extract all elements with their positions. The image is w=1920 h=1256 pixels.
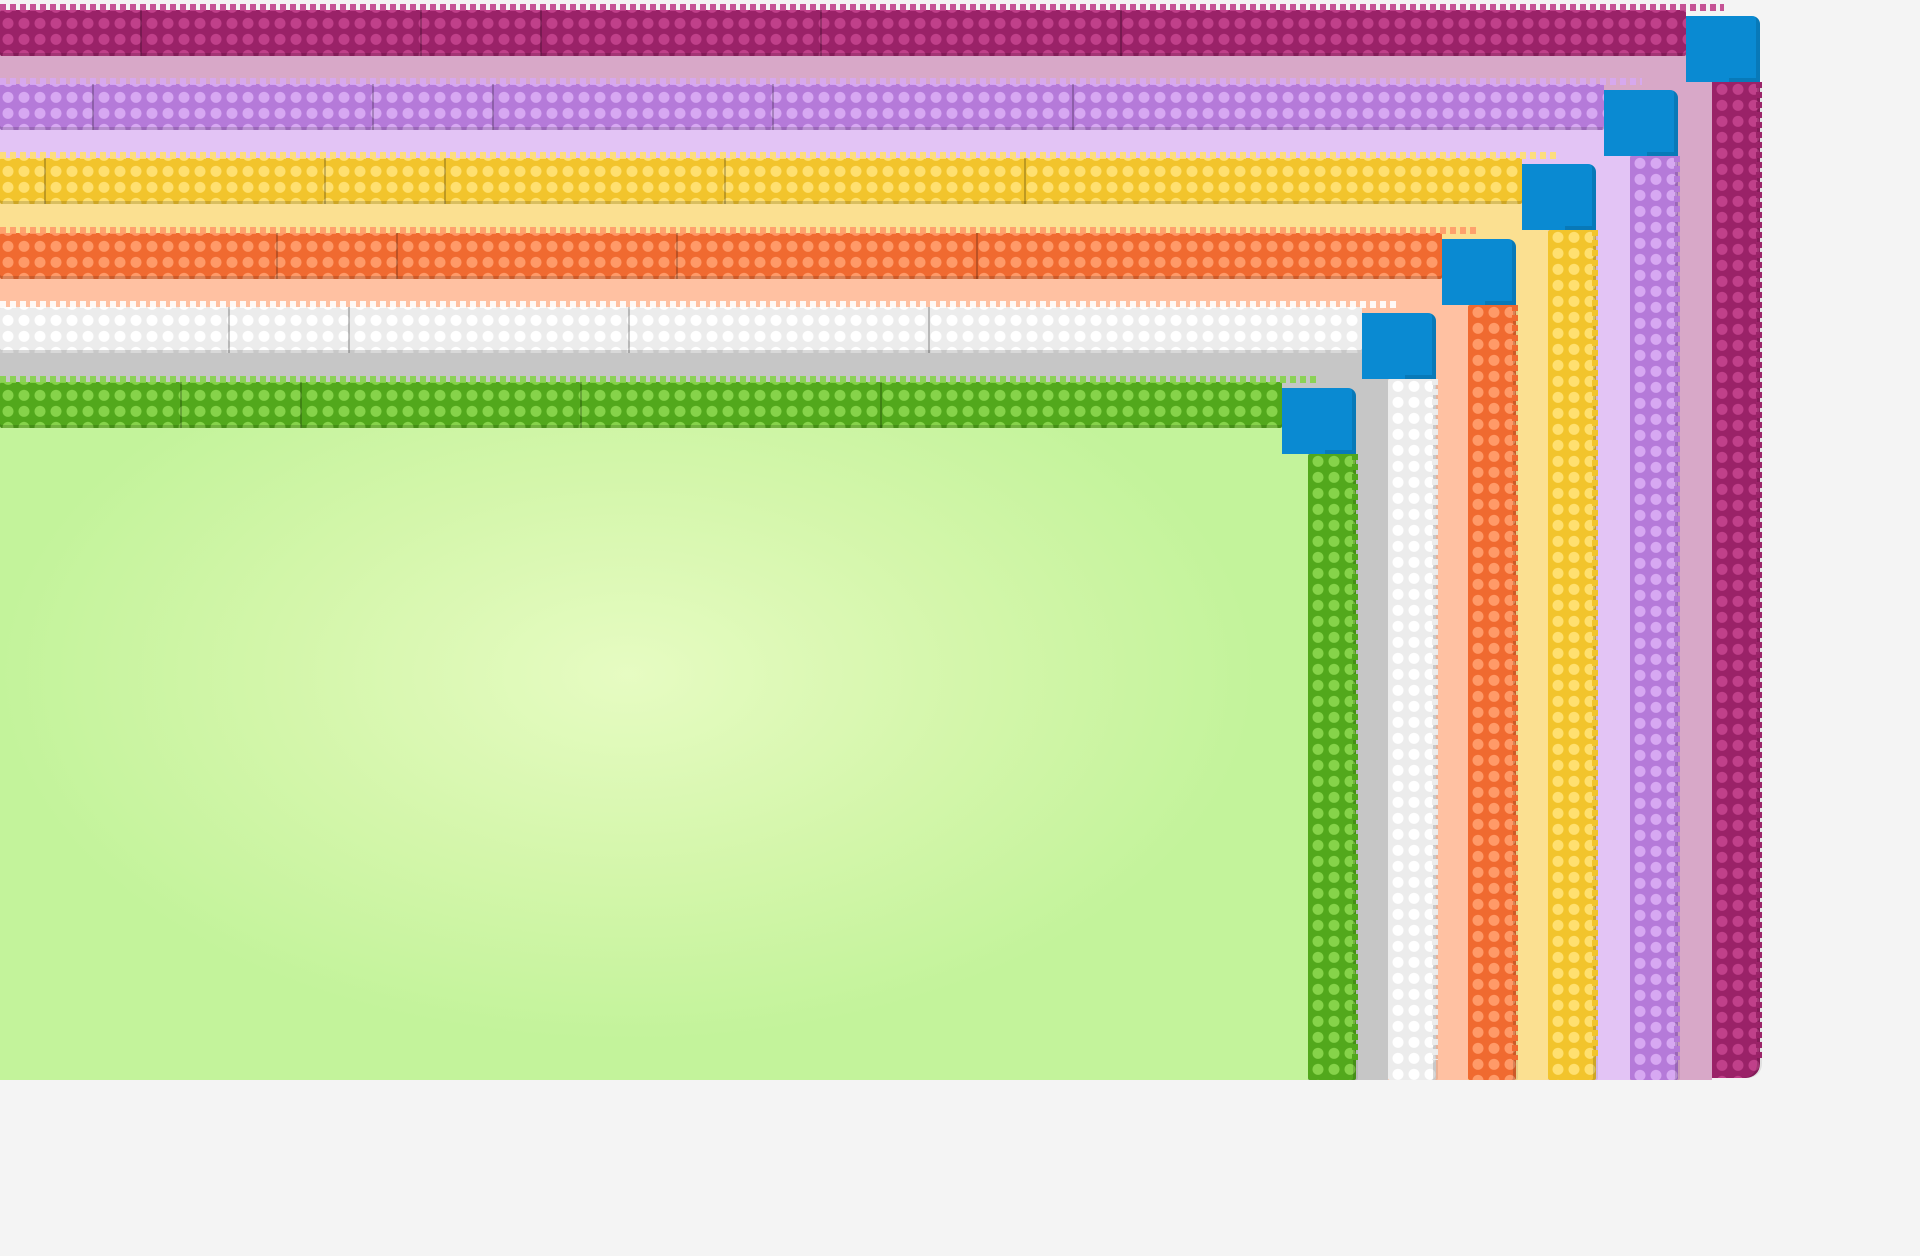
frame-purple-brick-seam [92,84,94,130]
frame-white-brick-seam [348,307,350,353]
frame-yellow-brick-seam [44,158,46,204]
frame-green-corner-brick [1282,388,1356,454]
frame-green-brick-seam [880,382,882,428]
frame-magenta-corner-brick [1686,16,1760,82]
frame-yellow-brick-seam [444,158,446,204]
frame-orange-brick-seam [676,233,678,279]
frame-yellow-brick-seam [324,158,326,204]
frame-purple-brick-seam [492,84,494,130]
frame-magenta-brick-seam [140,10,142,56]
frame-orange-corner-brick [1442,239,1516,305]
frame-yellow-top-studs [0,152,1560,159]
frame-magenta-top-bar [0,10,1686,56]
frame-magenta-side-studs [1756,82,1762,1060]
frame-green-side-bar [1308,454,1356,1080]
frame-purple-brick-seam [772,84,774,130]
frame-yellow-corner-brick [1522,164,1596,230]
frame-white-top-bar [0,307,1362,353]
frame-purple-brick-seam [372,84,374,130]
frame-magenta-brick-seam [420,10,422,56]
frame-magenta-brick-seam [1120,10,1122,56]
frame-orange-brick-seam [276,233,278,279]
frame-magenta-top-studs [0,4,1724,11]
frame-green-brick-seam [580,382,582,428]
frame-white-brick-seam [228,307,230,353]
frame-purple-side-studs [1674,156,1680,1060]
frame-orange-side-studs [1512,305,1518,1060]
frame-magenta-side-bar [1712,82,1760,1078]
frame-green-brick-seam [300,382,302,428]
frame-purple-top-bar [0,84,1604,130]
frame-green-side-studs [1352,454,1358,1060]
frame-yellow-side-bar [1548,230,1596,1080]
frame-white-brick-seam [628,307,630,353]
frame-orange-top-studs [0,227,1480,234]
floor-background [0,1080,1920,1256]
frame-magenta-brick-seam [820,10,822,56]
frame-orange-top-bar [0,233,1442,279]
frame-green-brick-seam [180,382,182,428]
frame-purple-corner-brick [1604,90,1678,156]
frame-magenta-brick-seam [540,10,542,56]
frame-white-corner-brick [1362,313,1436,379]
frame-green-board [0,426,1308,1080]
frame-purple-brick-seam [1072,84,1074,130]
frame-purple-top-studs [0,78,1642,85]
frame-white-top-studs [0,301,1400,308]
frame-yellow-brick-seam [724,158,726,204]
frame-green-top-studs [0,376,1320,383]
frame-orange-brick-seam [396,233,398,279]
frame-yellow-brick-seam [1024,158,1026,204]
frame-orange-side-bar [1468,305,1516,1080]
frame-orange-brick-seam [976,233,978,279]
frame-white-brick-seam [928,307,930,353]
frame-yellow-side-studs [1592,230,1598,1060]
frame-purple-side-bar [1630,156,1678,1080]
frame-green-top-bar [0,382,1282,428]
frame-white-side-bar [1388,379,1436,1080]
brick-frames-scene [0,0,1920,1256]
frame-white-side-studs [1432,379,1438,1060]
frame-yellow-top-bar [0,158,1522,204]
